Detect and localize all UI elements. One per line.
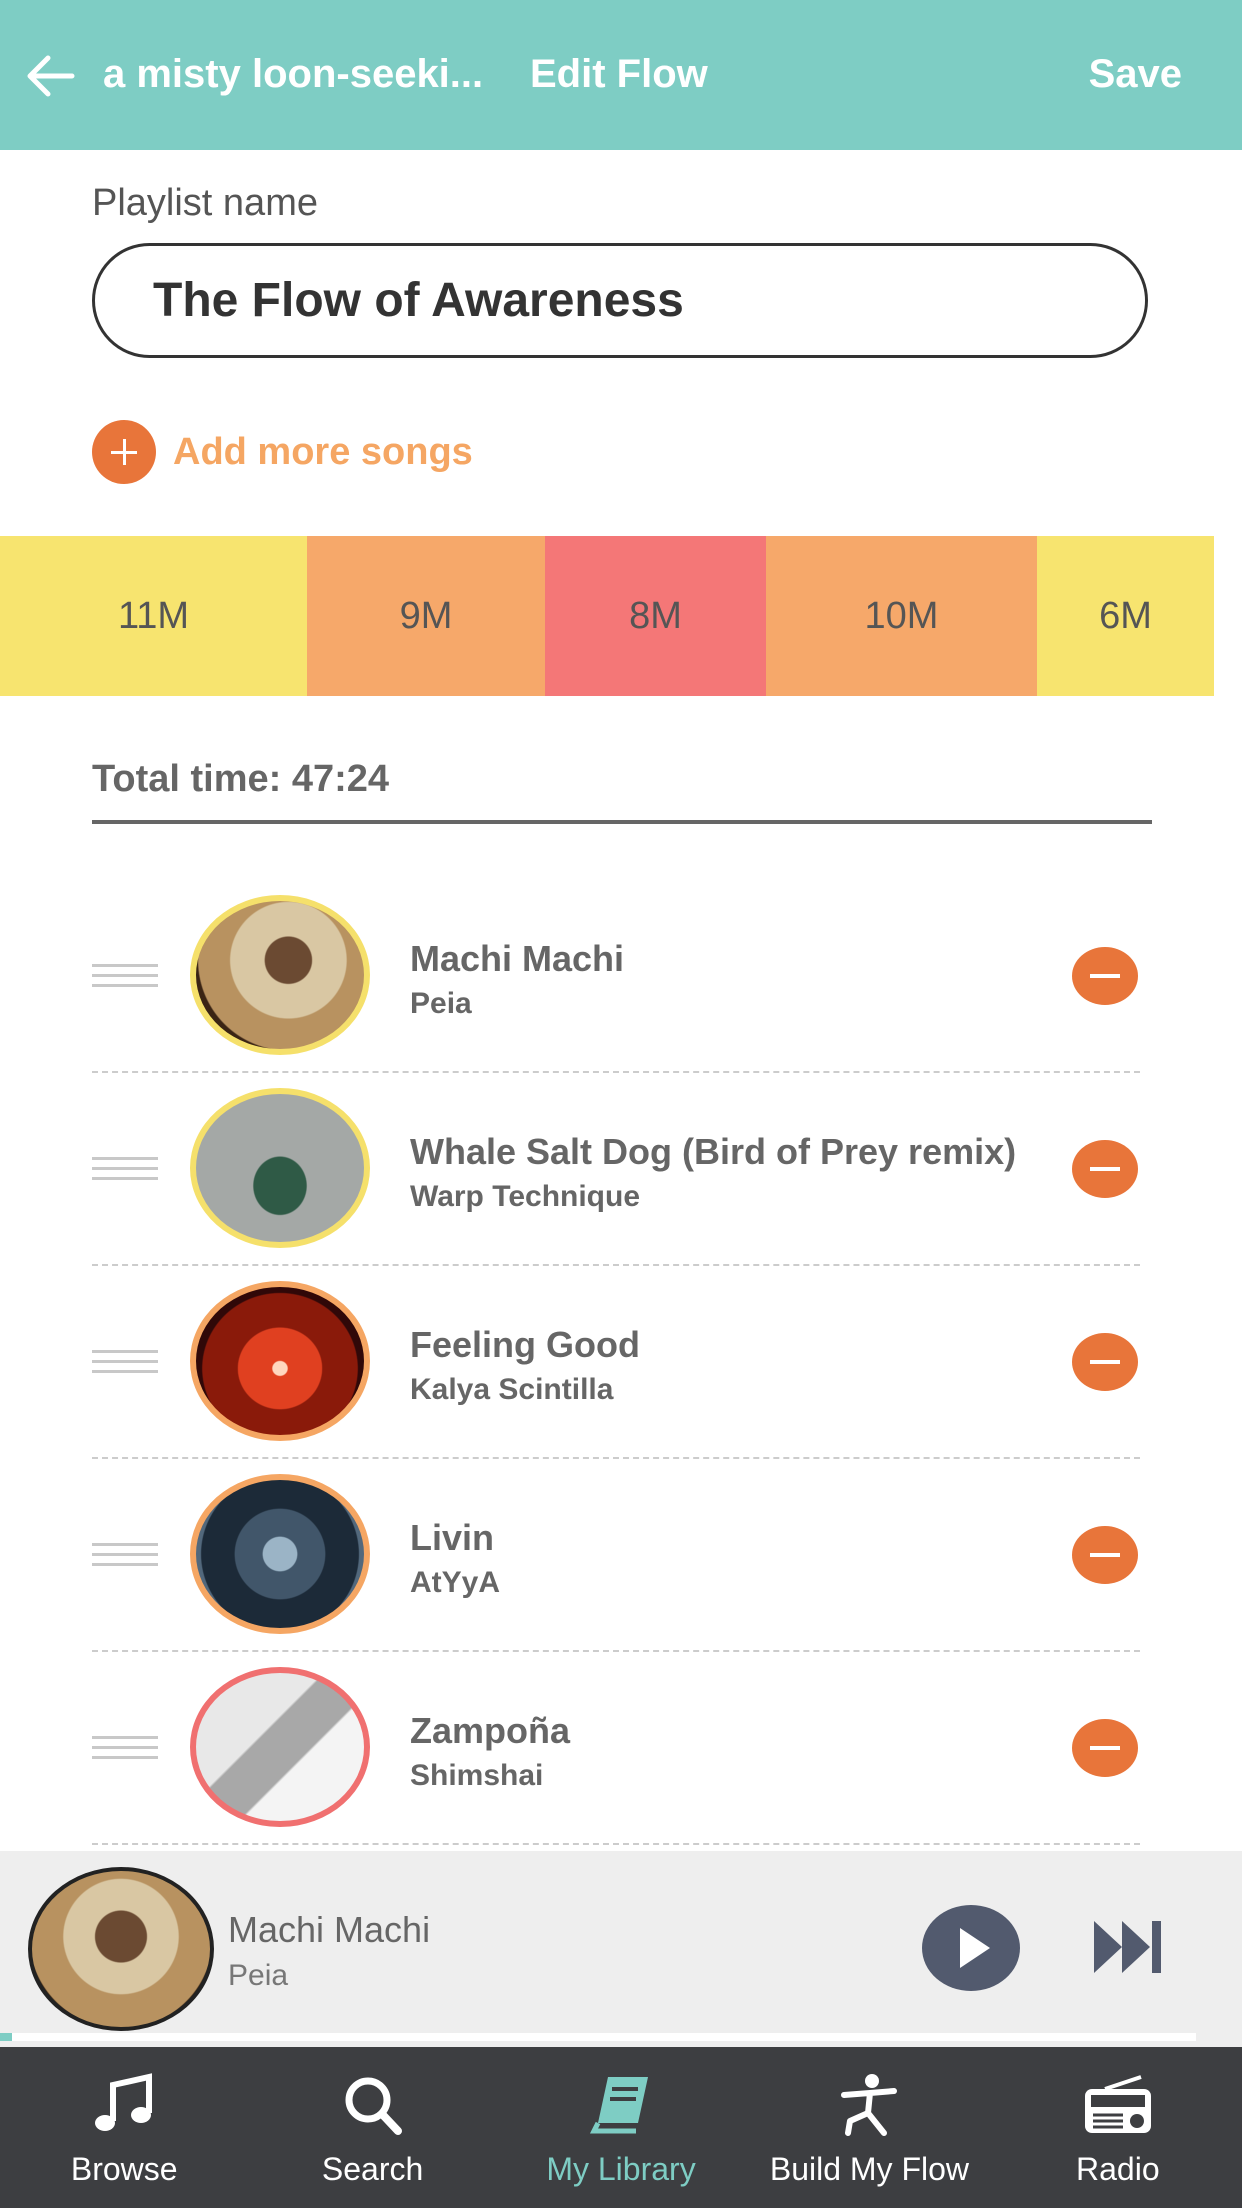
song-title: Feeling Good: [410, 1324, 640, 1365]
add-more-songs-button[interactable]: Add more songs: [92, 420, 473, 484]
drag-handle-icon[interactable]: [92, 964, 158, 992]
plus-icon: [92, 420, 156, 484]
song-artist: Kalya Scintilla: [410, 1373, 614, 1406]
music-note-icon: [95, 2073, 153, 2131]
tab-label: Radio: [1076, 2151, 1160, 2187]
song-title: Zampoña: [410, 1710, 571, 1751]
tab-label: Build My Flow: [769, 2151, 969, 2187]
segment-label: 11M: [117, 594, 190, 637]
book-icon: [589, 2077, 649, 2134]
song-title: Livin: [410, 1517, 495, 1558]
remove-song-button[interactable]: [1072, 1333, 1138, 1391]
segment-label: 9M: [399, 594, 453, 637]
list-item[interactable]: Livin AtYyA: [0, 1459, 1242, 1652]
list-item[interactable]: Feeling Good Kalya Scintilla: [0, 1266, 1242, 1459]
list-item[interactable]: Machi Machi Peia: [0, 880, 1242, 1073]
segment-label: 10M: [864, 594, 939, 637]
tab-search[interactable]: Search: [248, 2047, 496, 2208]
song-artist: Shimshai: [410, 1759, 544, 1792]
now-playing-bar[interactable]: Machi Machi Peia: [0, 1851, 1242, 2047]
now-playing-album-art: [28, 1867, 214, 2031]
song-list: Machi Machi Peia Whale Salt Dog (Bird of…: [0, 880, 1242, 1845]
remove-song-button[interactable]: [1072, 1719, 1138, 1777]
tab-radio[interactable]: Radio: [994, 2047, 1242, 2208]
drag-handle-icon[interactable]: [92, 1350, 158, 1378]
tab-build-my-flow[interactable]: Build My Flow: [745, 2047, 993, 2208]
tab-label: Browse: [70, 2151, 178, 2187]
yoga-figure-icon: [841, 2074, 898, 2136]
skip-next-icon[interactable]: [1092, 1915, 1166, 1979]
album-art: [190, 1667, 370, 1827]
remove-song-button[interactable]: [1072, 947, 1138, 1005]
divider: [92, 1843, 1140, 1845]
list-item[interactable]: Whale Salt Dog (Bird of Prey remix) Warp…: [0, 1073, 1242, 1266]
segment[interactable]: 6M: [1037, 536, 1214, 696]
list-item[interactable]: Zampoña Shimshai: [0, 1652, 1242, 1845]
segment-label: 8M: [629, 594, 682, 637]
playlist-name-label: Playlist name: [92, 182, 318, 224]
segment[interactable]: 9M: [307, 536, 545, 696]
save-button[interactable]: Save: [1089, 52, 1182, 97]
back-arrow-icon[interactable]: [22, 50, 78, 102]
album-art: [190, 1281, 370, 1441]
tab-label: Search: [321, 2151, 424, 2187]
search-icon: [345, 2077, 402, 2135]
app-header: a misty loon-seeki... Edit Flow Save: [0, 0, 1242, 150]
song-artist: AtYyA: [410, 1566, 501, 1599]
segment[interactable]: 10M: [766, 536, 1037, 696]
drag-handle-icon[interactable]: [92, 1543, 158, 1571]
tab-browse[interactable]: Browse: [0, 2047, 248, 2208]
song-title: Whale Salt Dog (Bird of Prey remix): [410, 1131, 1017, 1172]
remove-song-button[interactable]: [1072, 1140, 1138, 1198]
song-artist: Peia: [410, 987, 472, 1020]
duration-segments: 11M 9M 8M 10M 6M: [0, 536, 1214, 696]
album-art: [190, 1088, 370, 1248]
parent-flow-title: a misty loon-seeki...: [103, 52, 484, 96]
playback-progress-bar[interactable]: [0, 2033, 1196, 2041]
total-time-underline: [92, 820, 1152, 824]
add-more-songs-label: Add more songs: [173, 430, 473, 473]
album-art: [190, 895, 370, 1055]
drag-handle-icon[interactable]: [92, 1736, 158, 1764]
album-art: [190, 1474, 370, 1634]
now-playing-artist: Peia: [228, 1959, 289, 1992]
tab-label: My Library: [546, 2151, 696, 2187]
playback-progress-fill: [0, 2033, 12, 2041]
segment-label: 6M: [1099, 594, 1152, 637]
drag-handle-icon[interactable]: [92, 1157, 158, 1185]
total-time: Total time: 47:24: [92, 758, 390, 800]
tab-my-library[interactable]: My Library: [497, 2047, 745, 2208]
song-title: Machi Machi: [410, 938, 625, 979]
bottom-tab-bar: Browse Search My Library Build My Flow R…: [0, 2047, 1242, 2208]
segment[interactable]: 8M: [545, 536, 766, 696]
play-button[interactable]: [922, 1905, 1020, 1991]
playlist-name-input[interactable]: [92, 243, 1148, 358]
now-playing-title: Machi Machi: [228, 1909, 431, 1950]
page-title: Edit Flow: [530, 52, 708, 96]
song-artist: Warp Technique: [410, 1180, 641, 1213]
radio-icon: [1084, 2075, 1151, 2133]
segment[interactable]: 11M: [0, 536, 307, 696]
remove-song-button[interactable]: [1072, 1526, 1138, 1584]
